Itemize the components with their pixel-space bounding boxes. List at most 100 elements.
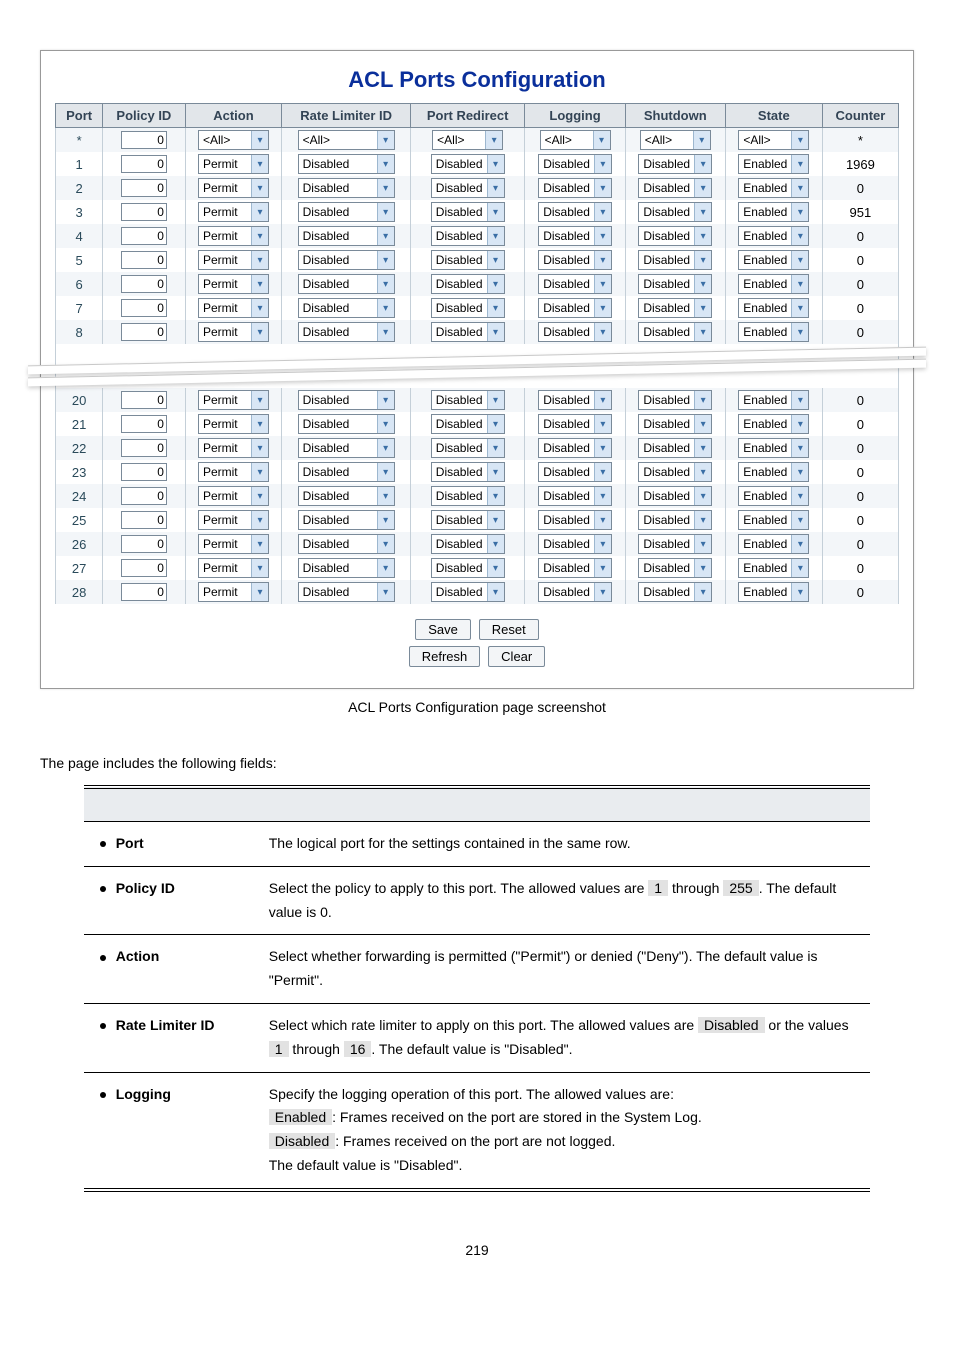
logging-select[interactable]: Disabled▾ — [538, 298, 612, 318]
port-redirect-select[interactable]: Disabled▾ — [431, 298, 505, 318]
logging-select[interactable]: Disabled▾ — [538, 486, 612, 506]
shutdown-select[interactable]: Disabled▾ — [638, 558, 712, 578]
rate-limiter-select[interactable]: <All>▾ — [298, 130, 395, 150]
rate-limiter-select[interactable]: Disabled▾ — [298, 486, 395, 506]
shutdown-select[interactable]: Disabled▾ — [638, 438, 712, 458]
shutdown-select[interactable]: Disabled▾ — [638, 534, 712, 554]
policy-id-input[interactable] — [121, 415, 167, 433]
action-select[interactable]: Permit▾ — [198, 558, 269, 578]
logging-select[interactable]: Disabled▾ — [538, 178, 612, 198]
action-select[interactable]: Permit▾ — [198, 178, 269, 198]
action-select[interactable]: Permit▾ — [198, 226, 269, 246]
state-select[interactable]: Enabled▾ — [738, 202, 809, 222]
action-select[interactable]: Permit▾ — [198, 486, 269, 506]
port-redirect-select[interactable]: Disabled▾ — [431, 534, 505, 554]
port-redirect-select[interactable]: Disabled▾ — [431, 558, 505, 578]
shutdown-select[interactable]: Disabled▾ — [638, 414, 712, 434]
state-select[interactable]: Enabled▾ — [738, 298, 809, 318]
state-select[interactable]: Enabled▾ — [738, 322, 809, 342]
logging-select[interactable]: Disabled▾ — [538, 438, 612, 458]
logging-select[interactable]: Disabled▾ — [538, 582, 612, 602]
state-select[interactable]: Enabled▾ — [738, 178, 809, 198]
action-select[interactable]: Permit▾ — [198, 274, 269, 294]
logging-select[interactable]: Disabled▾ — [538, 154, 612, 174]
policy-id-input[interactable] — [121, 535, 167, 553]
rate-limiter-select[interactable]: Disabled▾ — [298, 510, 395, 530]
rate-limiter-select[interactable]: Disabled▾ — [298, 202, 395, 222]
rate-limiter-select[interactable]: Disabled▾ — [298, 322, 395, 342]
reset-button[interactable]: Reset — [479, 619, 539, 640]
port-redirect-select[interactable]: Disabled▾ — [431, 414, 505, 434]
rate-limiter-select[interactable]: Disabled▾ — [298, 462, 395, 482]
port-redirect-select[interactable]: Disabled▾ — [431, 390, 505, 410]
state-select[interactable]: Enabled▾ — [738, 250, 809, 270]
logging-select[interactable]: Disabled▾ — [538, 390, 612, 410]
logging-select[interactable]: Disabled▾ — [538, 558, 612, 578]
policy-id-input[interactable] — [121, 131, 167, 149]
state-select[interactable]: Enabled▾ — [738, 510, 809, 530]
port-redirect-select[interactable]: <All>▾ — [432, 130, 503, 150]
rate-limiter-select[interactable]: Disabled▾ — [298, 414, 395, 434]
shutdown-select[interactable]: Disabled▾ — [638, 226, 712, 246]
shutdown-select[interactable]: Disabled▾ — [638, 462, 712, 482]
policy-id-input[interactable] — [121, 391, 167, 409]
action-select[interactable]: Permit▾ — [198, 390, 269, 410]
shutdown-select[interactable]: Disabled▾ — [638, 298, 712, 318]
policy-id-input[interactable] — [121, 179, 167, 197]
state-select[interactable]: Enabled▾ — [738, 226, 809, 246]
port-redirect-select[interactable]: Disabled▾ — [431, 202, 505, 222]
rate-limiter-select[interactable]: Disabled▾ — [298, 226, 395, 246]
action-select[interactable]: Permit▾ — [198, 250, 269, 270]
state-select[interactable]: Enabled▾ — [738, 534, 809, 554]
shutdown-select[interactable]: Disabled▾ — [638, 202, 712, 222]
port-redirect-select[interactable]: Disabled▾ — [431, 226, 505, 246]
state-select[interactable]: Enabled▾ — [738, 390, 809, 410]
port-redirect-select[interactable]: Disabled▾ — [431, 438, 505, 458]
action-select[interactable]: Permit▾ — [198, 322, 269, 342]
rate-limiter-select[interactable]: Disabled▾ — [298, 154, 395, 174]
state-select[interactable]: Enabled▾ — [738, 414, 809, 434]
action-select[interactable]: Permit▾ — [198, 154, 269, 174]
logging-select[interactable]: Disabled▾ — [538, 534, 612, 554]
policy-id-input[interactable] — [121, 227, 167, 245]
policy-id-input[interactable] — [121, 559, 167, 577]
state-select[interactable]: Enabled▾ — [738, 274, 809, 294]
port-redirect-select[interactable]: Disabled▾ — [431, 486, 505, 506]
action-select[interactable]: Permit▾ — [198, 510, 269, 530]
policy-id-input[interactable] — [121, 511, 167, 529]
state-select[interactable]: Enabled▾ — [738, 582, 809, 602]
clear-button[interactable]: Clear — [488, 646, 545, 667]
shutdown-select[interactable]: Disabled▾ — [638, 582, 712, 602]
shutdown-select[interactable]: Disabled▾ — [638, 178, 712, 198]
save-button[interactable]: Save — [415, 619, 471, 640]
port-redirect-select[interactable]: Disabled▾ — [431, 250, 505, 270]
state-select[interactable]: Enabled▾ — [738, 438, 809, 458]
policy-id-input[interactable] — [121, 439, 167, 457]
shutdown-select[interactable]: <All>▾ — [640, 130, 711, 150]
policy-id-input[interactable] — [121, 323, 167, 341]
rate-limiter-select[interactable]: Disabled▾ — [298, 558, 395, 578]
state-select[interactable]: Enabled▾ — [738, 154, 809, 174]
policy-id-input[interactable] — [121, 251, 167, 269]
port-redirect-select[interactable]: Disabled▾ — [431, 582, 505, 602]
state-select[interactable]: <All>▾ — [738, 130, 809, 150]
state-select[interactable]: Enabled▾ — [738, 462, 809, 482]
logging-select[interactable]: <All>▾ — [540, 130, 611, 150]
port-redirect-select[interactable]: Disabled▾ — [431, 178, 505, 198]
shutdown-select[interactable]: Disabled▾ — [638, 154, 712, 174]
policy-id-input[interactable] — [121, 487, 167, 505]
action-select[interactable]: Permit▾ — [198, 534, 269, 554]
shutdown-select[interactable]: Disabled▾ — [638, 274, 712, 294]
shutdown-select[interactable]: Disabled▾ — [638, 486, 712, 506]
port-redirect-select[interactable]: Disabled▾ — [431, 154, 505, 174]
action-select[interactable]: Permit▾ — [198, 202, 269, 222]
logging-select[interactable]: Disabled▾ — [538, 226, 612, 246]
action-select[interactable]: <All>▾ — [198, 130, 269, 150]
rate-limiter-select[interactable]: Disabled▾ — [298, 534, 395, 554]
logging-select[interactable]: Disabled▾ — [538, 322, 612, 342]
policy-id-input[interactable] — [121, 203, 167, 221]
state-select[interactable]: Enabled▾ — [738, 486, 809, 506]
action-select[interactable]: Permit▾ — [198, 438, 269, 458]
rate-limiter-select[interactable]: Disabled▾ — [298, 178, 395, 198]
shutdown-select[interactable]: Disabled▾ — [638, 250, 712, 270]
